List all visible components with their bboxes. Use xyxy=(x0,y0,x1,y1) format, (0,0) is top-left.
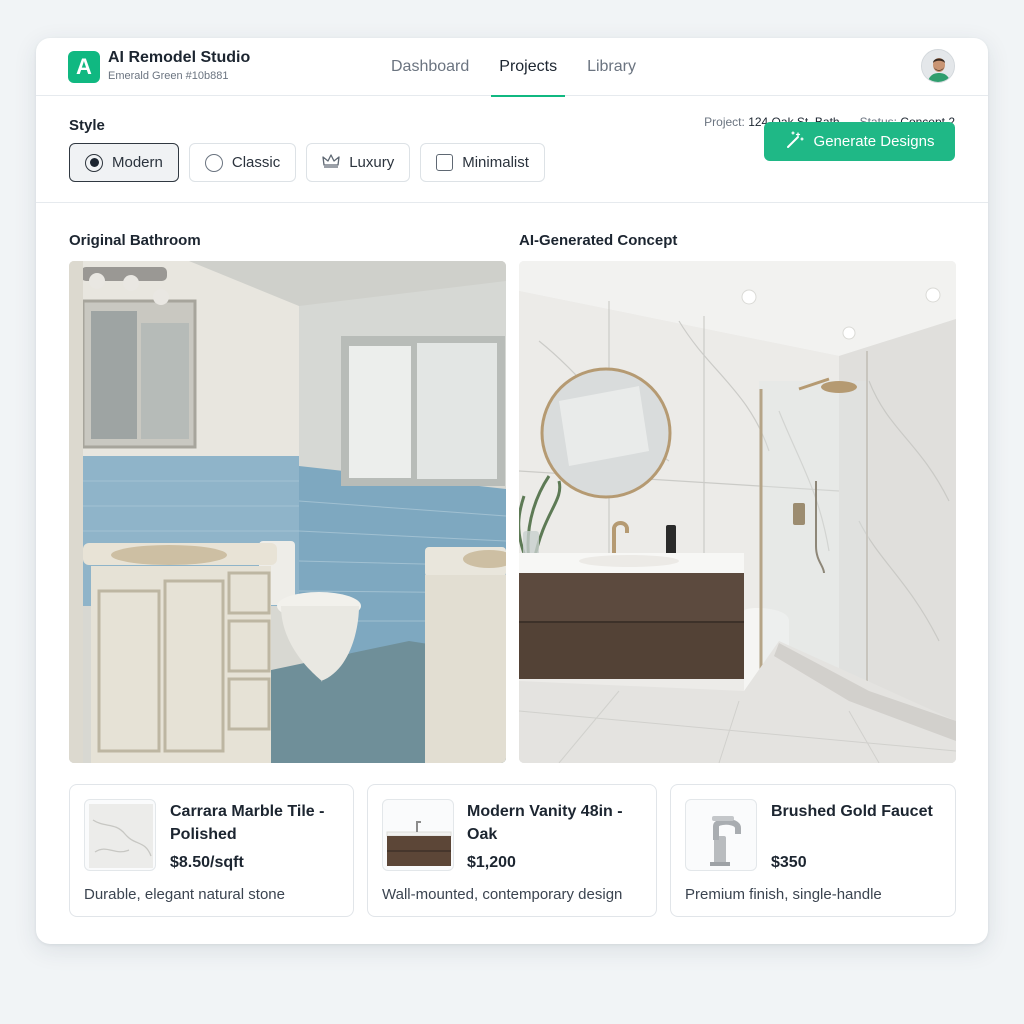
generate-designs-button[interactable]: Generate Designs xyxy=(764,122,955,161)
app-logo[interactable]: A xyxy=(68,51,100,83)
style-option-label: Modern xyxy=(112,154,163,171)
app-window: A AI Remodel Studio Emerald Green #10b88… xyxy=(36,38,988,944)
nav-library[interactable]: Library xyxy=(572,38,651,96)
app-subtitle: Emerald Green #10b881 xyxy=(108,70,229,82)
style-option-label: Classic xyxy=(231,154,281,171)
radio-selected-icon xyxy=(85,153,103,172)
style-options: Modern Classic Luxury Minimalist xyxy=(69,143,545,182)
product-description: Durable, elegant natural stone xyxy=(84,886,285,903)
product-name: Modern Vanity 48in - Oak xyxy=(467,803,623,843)
main-nav: Dashboard Projects Library xyxy=(376,38,651,97)
user-avatar[interactable] xyxy=(921,49,955,83)
magic-wand-icon xyxy=(785,130,805,154)
vanity-thumbnail xyxy=(382,799,454,871)
concept-panel-title: AI-Generated Concept xyxy=(519,232,678,249)
style-option-luxury[interactable]: Luxury xyxy=(306,143,411,182)
crown-icon xyxy=(322,153,340,173)
faucet-thumbnail xyxy=(685,799,757,871)
original-bathroom-image xyxy=(69,261,506,763)
nav-projects[interactable]: Projects xyxy=(484,38,572,97)
checkbox-icon xyxy=(436,154,454,171)
ai-concept-image xyxy=(519,261,956,763)
product-card-vanity[interactable]: Modern Vanity 48in - Oak $1,200 Wall-moun… xyxy=(367,784,657,917)
style-option-classic[interactable]: Classic xyxy=(188,143,297,182)
product-price: $8.50/sqft xyxy=(170,854,244,871)
marble-tile-thumbnail xyxy=(84,799,156,871)
product-price: $350 xyxy=(771,854,807,871)
product-card-faucet[interactable]: Brushed Gold Faucet $350 Premium finish,… xyxy=(670,784,956,917)
radio-empty-icon xyxy=(204,153,223,172)
style-label: Style xyxy=(69,117,105,134)
product-card-marble-tile[interactable]: Carrara Marble Tile - Polished $8.50/sqft… xyxy=(69,784,354,917)
product-description: Premium finish, single-handle xyxy=(685,886,882,903)
app-title: AI Remodel Studio xyxy=(108,49,251,66)
style-option-minimalist[interactable]: Minimalist xyxy=(420,143,545,182)
nav-dashboard[interactable]: Dashboard xyxy=(376,38,484,96)
product-name: Brushed Gold Faucet xyxy=(771,803,933,820)
generate-designs-label: Generate Designs xyxy=(813,133,935,150)
top-header: A AI Remodel Studio Emerald Green #10b88… xyxy=(36,38,988,97)
product-description: Wall-mounted, contemporary design xyxy=(382,886,623,903)
style-option-modern[interactable]: Modern xyxy=(69,143,179,182)
style-option-label: Minimalist xyxy=(462,154,529,171)
original-panel-title: Original Bathroom xyxy=(69,232,201,249)
product-price: $1,200 xyxy=(467,854,516,871)
style-option-label: Luxury xyxy=(349,154,395,171)
product-name: Carrara Marble Tile - Polished xyxy=(170,803,325,843)
